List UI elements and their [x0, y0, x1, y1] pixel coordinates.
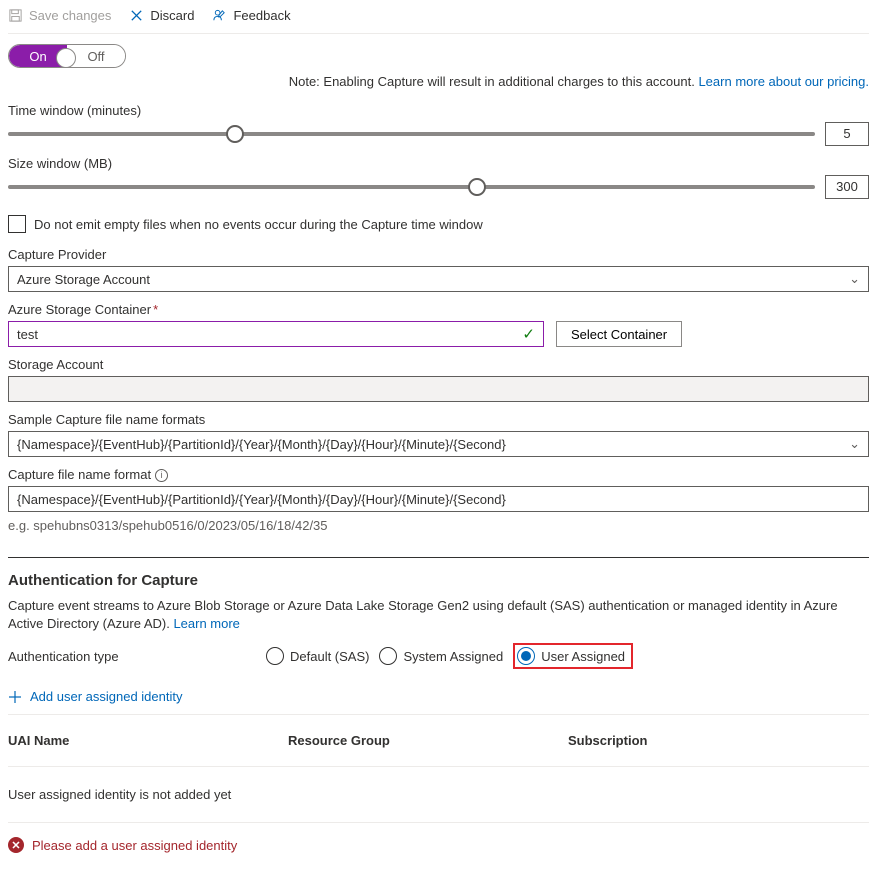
feedback-button[interactable]: Feedback — [212, 8, 290, 23]
info-icon[interactable]: i — [155, 469, 168, 482]
no-empty-label: Do not emit empty files when no events o… — [34, 217, 483, 232]
uai-col-rg: Resource Group — [288, 733, 568, 748]
error-icon: ✕ — [8, 837, 24, 853]
uai-table-header: UAI Name Resource Group Subscription — [8, 725, 869, 756]
add-uai-link[interactable]: Add user assigned identity — [8, 689, 869, 704]
auth-type-label: Authentication type — [8, 649, 248, 664]
size-window-value[interactable]: 300 — [825, 175, 869, 199]
pricing-note: Note: Enabling Capture will result in ad… — [8, 74, 869, 89]
sample-formats-label: Sample Capture file name formats — [8, 412, 869, 427]
size-window-slider[interactable] — [8, 178, 815, 196]
toggle-on: On — [9, 45, 67, 67]
auth-radio-group: Default (SAS) System Assigned User Assig… — [266, 643, 633, 669]
select-container-button[interactable]: Select Container — [556, 321, 682, 347]
radio-icon-selected — [517, 647, 535, 665]
toolbar: Save changes Discard Feedback — [8, 2, 869, 34]
size-window-thumb[interactable] — [468, 178, 486, 196]
discard-label: Discard — [150, 8, 194, 23]
feedback-icon — [212, 8, 227, 23]
provider-select[interactable]: Azure Storage Account ⌄ — [8, 266, 869, 292]
time-window-label: Time window (minutes) — [8, 103, 869, 118]
capture-toggle[interactable]: On Off — [8, 44, 126, 68]
uai-col-name: UAI Name — [8, 733, 288, 748]
auth-description: Capture event streams to Azure Blob Stor… — [8, 597, 869, 633]
file-format-input[interactable]: {Namespace}/{EventHub}/{PartitionId}/{Ye… — [8, 486, 869, 512]
uai-col-sub: Subscription — [568, 733, 869, 748]
uai-empty-row: User assigned identity is not added yet — [8, 777, 869, 812]
auth-title: Authentication for Capture — [8, 572, 869, 589]
check-icon: ✓ — [522, 325, 535, 343]
file-format-label: Capture file name formati — [8, 467, 869, 482]
size-window-label: Size window (MB) — [8, 156, 869, 171]
save-button: Save changes — [8, 8, 111, 23]
radio-icon — [266, 647, 284, 665]
sample-formats-select[interactable]: {Namespace}/{EventHub}/{PartitionId}/{Ye… — [8, 431, 869, 457]
auth-learn-more[interactable]: Learn more — [173, 616, 239, 631]
pricing-link[interactable]: Learn more about our pricing. — [698, 74, 869, 89]
close-icon — [129, 8, 144, 23]
provider-label: Capture Provider — [8, 247, 869, 262]
feedback-label: Feedback — [233, 8, 290, 23]
save-icon — [8, 8, 23, 23]
storage-account-field — [8, 376, 869, 402]
time-window-slider[interactable] — [8, 125, 815, 143]
plus-icon — [8, 690, 22, 704]
chevron-down-icon: ⌄ — [849, 436, 860, 452]
radio-user-assigned[interactable]: User Assigned — [513, 643, 633, 669]
time-window-thumb[interactable] — [226, 125, 244, 143]
container-select[interactable]: test ✓ — [8, 321, 544, 347]
storage-account-label: Storage Account — [8, 357, 869, 372]
radio-default-sas[interactable]: Default (SAS) — [266, 647, 369, 665]
chevron-down-icon: ⌄ — [849, 271, 860, 287]
save-label: Save changes — [29, 8, 111, 23]
discard-button[interactable]: Discard — [129, 8, 194, 23]
no-empty-checkbox[interactable] — [8, 215, 26, 233]
file-format-example: e.g. spehubns0313/spehub0516/0/2023/05/1… — [8, 518, 869, 533]
divider — [8, 557, 869, 558]
uai-error: ✕ Please add a user assigned identity — [8, 837, 869, 853]
radio-system-assigned[interactable]: System Assigned — [379, 647, 503, 665]
container-label: Azure Storage Container* — [8, 302, 869, 317]
time-window-value[interactable]: 5 — [825, 122, 869, 146]
radio-icon — [379, 647, 397, 665]
